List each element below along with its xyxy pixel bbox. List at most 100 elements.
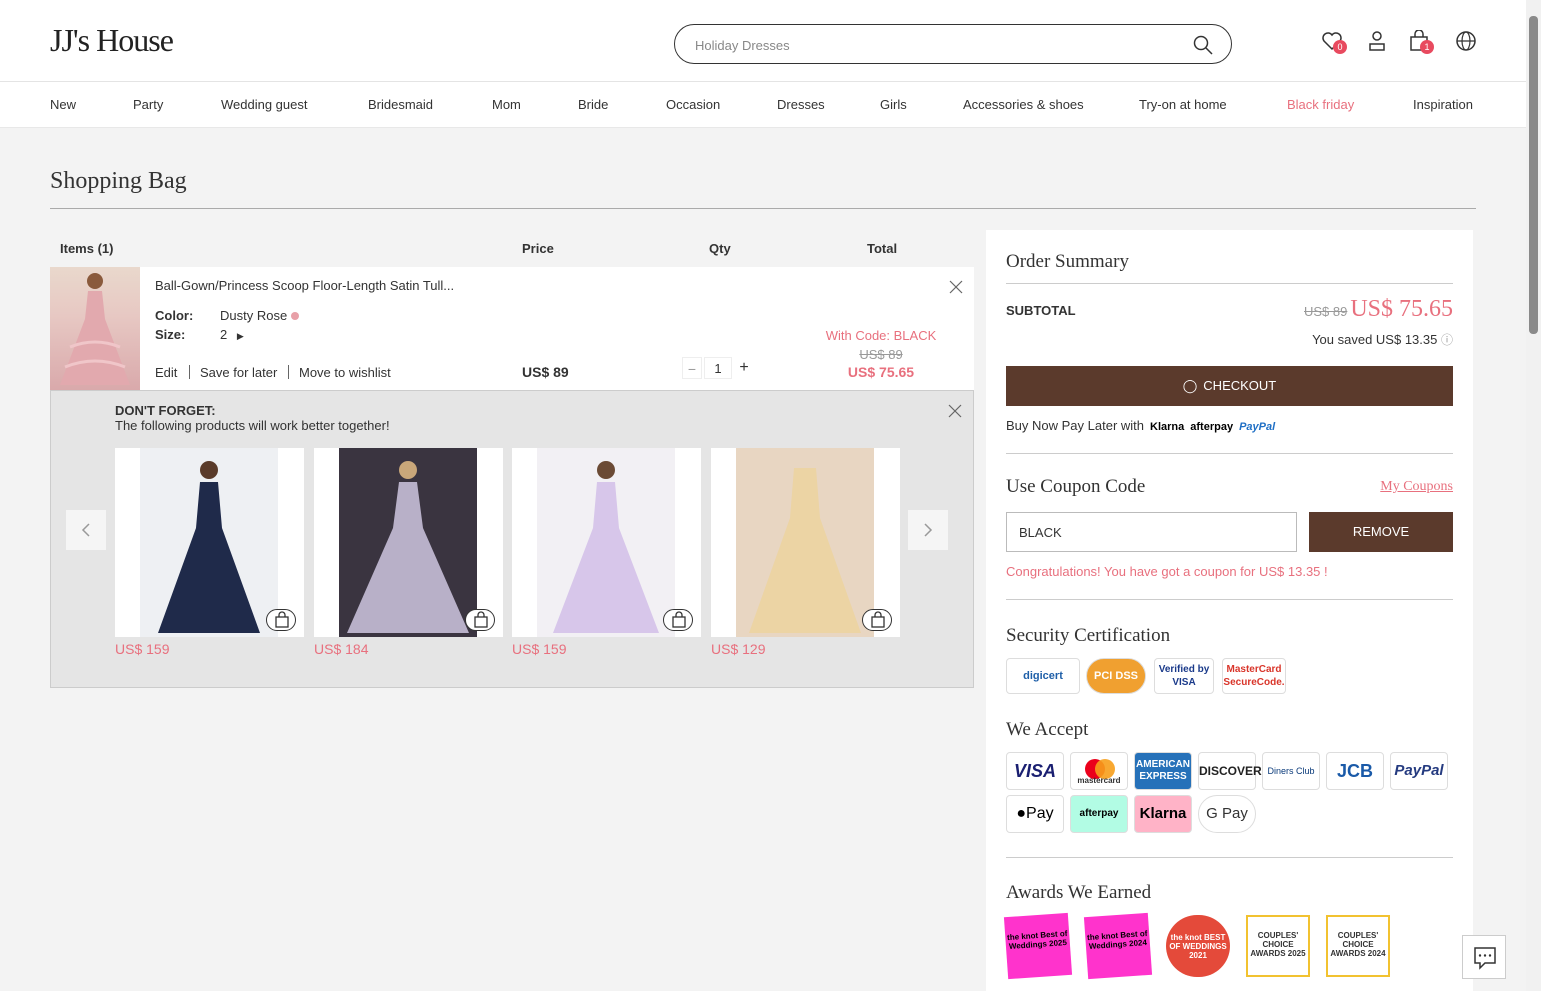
nav-dresses[interactable]: Dresses	[777, 97, 825, 112]
award-the-knot-2021: the knot BEST OF WEDDINGS 2021	[1166, 915, 1230, 977]
recommendations-subtitle: The following products will work better …	[115, 418, 390, 433]
product-price: US$ 159	[115, 641, 170, 657]
jcb-logo: JCB	[1326, 752, 1384, 790]
digicert-badge: digicert	[1006, 658, 1080, 694]
info-icon[interactable]: ⓘ	[1441, 333, 1453, 347]
nav-occasion[interactable]: Occasion	[666, 97, 720, 112]
award-the-knot-2024: the knot Best of Weddings 2024	[1083, 912, 1153, 980]
product-image	[736, 448, 874, 637]
site-header: JJ's House 0 1	[0, 0, 1526, 82]
product-image	[537, 448, 675, 637]
color-swatch	[291, 312, 300, 320]
coupon-success-message: Congratulations! You have got a coupon f…	[1006, 564, 1328, 579]
shield-check-icon: ◯	[1182, 378, 1198, 393]
product-price: US$ 184	[314, 641, 369, 657]
cart-item-image[interactable]	[50, 267, 140, 390]
edit-link[interactable]: Edit	[155, 365, 177, 380]
account-icon[interactable]	[1366, 30, 1388, 52]
new-total: US$ 75.65	[847, 364, 915, 380]
award-couples-choice-2024: COUPLES' CHOICE AWARDS 2024	[1326, 915, 1390, 977]
nav-girls[interactable]: Girls	[880, 97, 907, 112]
chat-icon	[1474, 947, 1496, 970]
award-couples-choice-2025: COUPLES' CHOICE AWARDS 2025	[1246, 915, 1310, 977]
nav-mom[interactable]: Mom	[492, 97, 521, 112]
save-for-later-link[interactable]: Save for later	[200, 365, 277, 380]
security-title: Security Certification	[1006, 625, 1171, 646]
recommended-product[interactable]	[711, 448, 900, 637]
afterpay-logo: afterpay	[1190, 421, 1234, 433]
carousel-next-button[interactable]	[908, 510, 948, 550]
subtotal-old-price: US$ 89	[1304, 304, 1348, 319]
recommendations-title: DON'T FORGET:	[115, 403, 216, 418]
afterpay-payment-logo: afterpay	[1070, 795, 1128, 833]
subtotal-label: SUBTOTAL	[1006, 303, 1076, 318]
nav-inspiration[interactable]: Inspiration	[1413, 97, 1473, 112]
page-scrollbar[interactable]	[1526, 0, 1541, 991]
wishlist-count-badge: 0	[1333, 40, 1347, 54]
add-to-bag-icon[interactable]	[862, 609, 892, 631]
cart-item-name[interactable]: Ball-Gown/Princess Scoop Floor-Length Sa…	[155, 278, 454, 293]
globe-icon[interactable]	[1455, 30, 1477, 52]
recommended-product[interactable]	[314, 448, 503, 637]
coupon-code-note: With Code: BLACK	[825, 328, 937, 343]
nav-black-friday[interactable]: Black friday	[1287, 97, 1354, 112]
link-separator	[288, 365, 289, 379]
add-to-bag-icon[interactable]	[266, 609, 296, 631]
my-coupons-link[interactable]: My Coupons	[1380, 479, 1453, 495]
awards-title: Awards We Earned	[1006, 882, 1152, 903]
nav-new[interactable]: New	[50, 97, 76, 112]
remove-item-close-icon[interactable]	[949, 280, 963, 294]
discover-logo: DISCOVER	[1198, 752, 1262, 790]
chevron-right-icon	[924, 523, 933, 537]
order-summary-title: Order Summary	[1006, 251, 1129, 272]
chevron-left-icon	[81, 523, 90, 537]
bnpl-text: Buy Now Pay Later with	[1006, 418, 1145, 433]
amex-logo: AMERICAN EXPRESS	[1134, 752, 1192, 790]
add-to-bag-icon[interactable]	[465, 609, 495, 631]
nav-try-on-at-home[interactable]: Try-on at home	[1139, 97, 1227, 112]
nav-bridesmaid[interactable]: Bridesmaid	[368, 97, 433, 112]
size-label: Size:	[155, 327, 186, 342]
remove-coupon-button[interactable]: REMOVE	[1309, 512, 1453, 552]
qty-decrease-button[interactable]: −	[682, 357, 702, 379]
mastercard-securecode-badge: MasterCard SecureCode.	[1222, 658, 1286, 694]
link-separator	[189, 365, 190, 379]
size-selector[interactable]: 2 ▶	[220, 327, 244, 342]
product-image	[339, 448, 477, 637]
visa-logo: VISA	[1006, 752, 1064, 790]
recommended-product[interactable]	[115, 448, 304, 637]
nav-wedding-guest[interactable]: Wedding guest	[221, 97, 308, 112]
order-summary: Order Summary SUBTOTAL US$ 89 US$ 75.65 …	[986, 230, 1473, 991]
checkout-button[interactable]: ◯ CHECKOUT	[1006, 366, 1453, 406]
coupon-code-input[interactable]	[1006, 512, 1297, 552]
qty-value[interactable]: 1	[704, 357, 732, 379]
verified-by-visa-badge: Verified by VISA	[1154, 658, 1214, 694]
diners-club-logo: Diners Club	[1262, 752, 1320, 790]
checkout-label: CHECKOUT	[1203, 378, 1277, 393]
column-items: Items (1)	[60, 241, 114, 256]
cart-count-badge: 1	[1420, 40, 1434, 54]
site-logo[interactable]: JJ's House	[50, 22, 174, 59]
column-qty: Qty	[709, 241, 731, 256]
pci-badge: PCI DSS	[1086, 658, 1146, 694]
subtotal-new-price: US$ 75.65	[1350, 296, 1453, 322]
apple-pay-logo: ●Pay	[1006, 795, 1064, 833]
nav-bride[interactable]: Bride	[578, 97, 608, 112]
add-to-bag-icon[interactable]	[663, 609, 693, 631]
nav-party[interactable]: Party	[133, 97, 163, 112]
search-icon[interactable]	[1193, 35, 1213, 55]
column-price: Price	[522, 241, 554, 256]
mastercard-text: mastercard	[1077, 776, 1121, 785]
item-price: US$ 89	[522, 364, 569, 380]
scrollbar-thumb[interactable]	[1529, 16, 1538, 334]
color-value: Dusty Rose	[220, 308, 300, 323]
search-input[interactable]	[695, 35, 1175, 55]
qty-increase-button[interactable]: +	[734, 357, 754, 379]
move-to-wishlist-link[interactable]: Move to wishlist	[299, 365, 391, 380]
close-recommendations-icon[interactable]	[948, 404, 962, 418]
divider	[1006, 283, 1453, 284]
recommended-product[interactable]	[512, 448, 701, 637]
carousel-prev-button[interactable]	[66, 510, 106, 550]
chat-button[interactable]	[1462, 935, 1506, 979]
nav-accessories-shoes[interactable]: Accessories & shoes	[963, 97, 1084, 112]
